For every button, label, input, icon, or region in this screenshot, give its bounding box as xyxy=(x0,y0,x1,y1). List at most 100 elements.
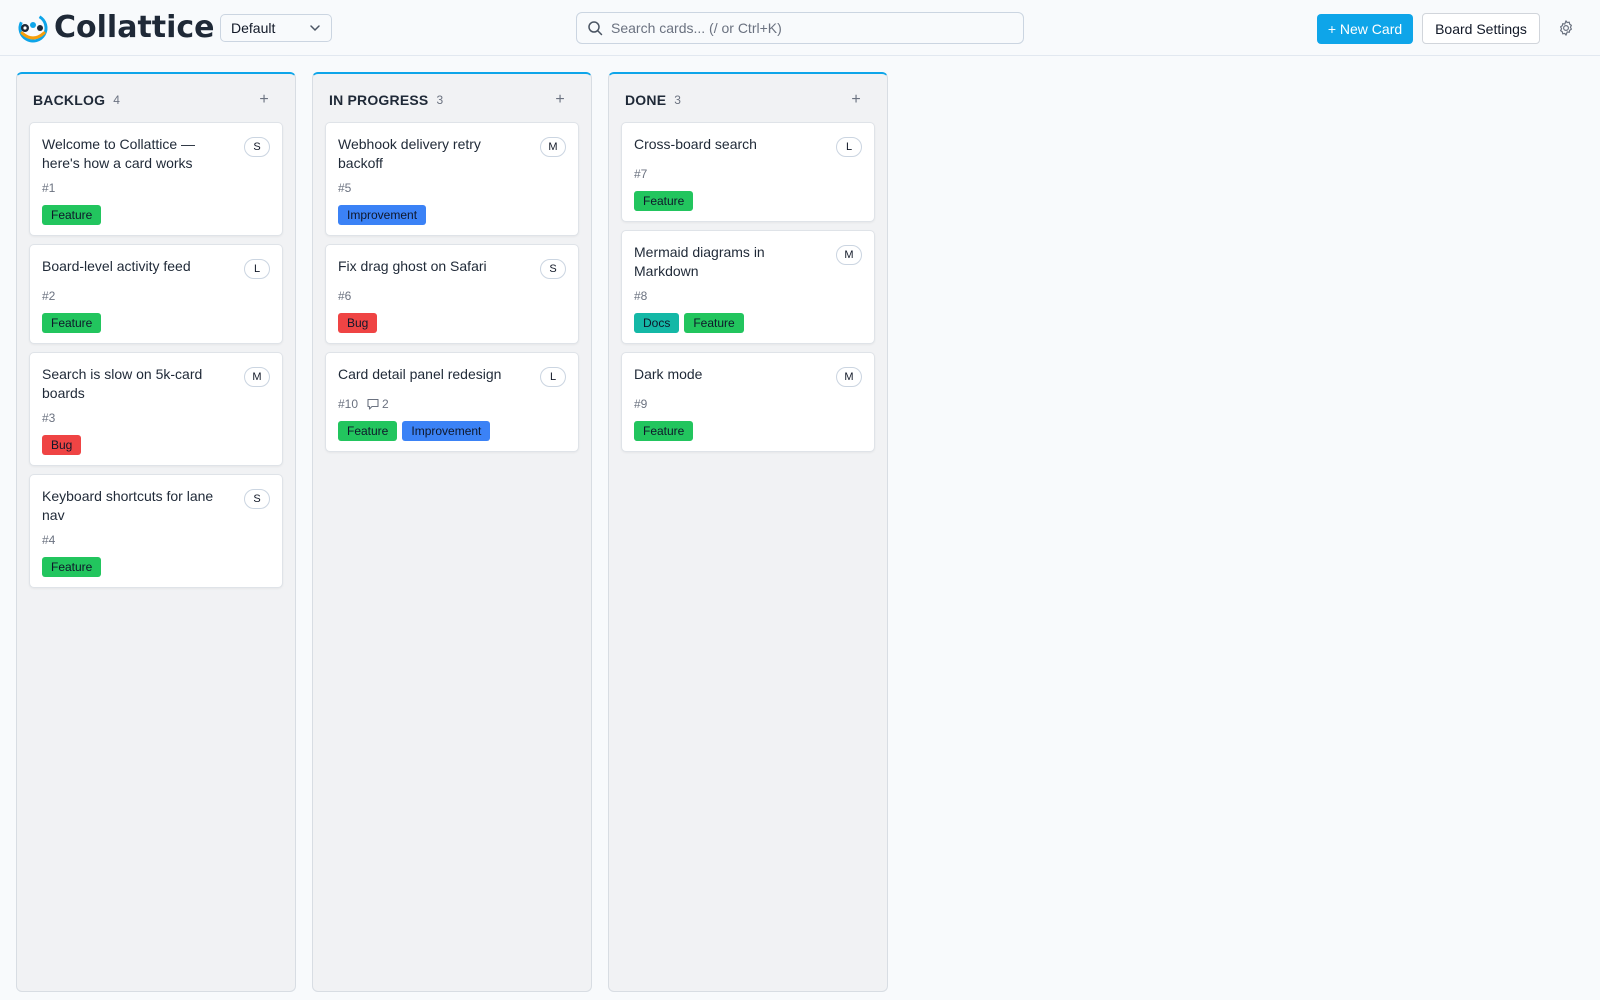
search-icon xyxy=(588,21,603,36)
size-badge: L xyxy=(244,259,270,279)
card-title: Dark mode xyxy=(634,366,703,382)
size-badge: L xyxy=(836,137,862,157)
card-meta: #5 xyxy=(338,181,351,195)
new-card-button[interactable]: + New Card xyxy=(1317,14,1413,44)
size-badge: L xyxy=(540,367,566,387)
card[interactable]: Dark mode M #9 Feature xyxy=(621,352,875,452)
size-badge: S xyxy=(244,137,270,157)
comment-count: 2 xyxy=(366,397,389,411)
card-id: #2 xyxy=(42,289,56,303)
lane-count: 3 xyxy=(674,93,681,107)
tag-feature: Feature xyxy=(42,313,102,333)
card-id: #9 xyxy=(634,397,648,411)
card-tags: Feature Improvement xyxy=(338,421,491,441)
lane-header: DONE 3 + xyxy=(625,90,871,110)
card-id: #1 xyxy=(42,181,56,195)
tag-improvement: Improvement xyxy=(338,205,427,225)
card-id: #4 xyxy=(42,533,56,547)
add-card-button[interactable]: + xyxy=(255,90,273,110)
card-title: Search is slow on 5k-card boards xyxy=(42,366,203,401)
card[interactable]: Fix drag ghost on Safari S #6 Bug xyxy=(325,244,579,344)
add-card-button[interactable]: + xyxy=(551,90,569,110)
size-badge: M xyxy=(540,137,566,157)
card[interactable]: Webhook delivery retry backoff M #5 Impr… xyxy=(325,122,579,236)
card-title: Fix drag ghost on Safari xyxy=(338,258,487,274)
card-meta: #2 xyxy=(42,289,55,303)
card-id: #5 xyxy=(338,181,352,195)
add-card-button[interactable]: + xyxy=(847,90,865,110)
lane-header: BACKLOG 4 + xyxy=(33,90,279,110)
card-id: #3 xyxy=(42,411,56,425)
card-meta: #1 xyxy=(42,181,55,195)
card-meta: #8 xyxy=(634,289,647,303)
tag-feature: Feature xyxy=(42,205,102,225)
logo-text: Collattice xyxy=(54,10,215,45)
card-title: Keyboard shortcuts for lane nav xyxy=(42,488,214,523)
lane-title: IN PROGRESS xyxy=(329,92,429,108)
card-meta: #4 xyxy=(42,533,55,547)
card[interactable]: Search is slow on 5k-card boards M #3 Bu… xyxy=(29,352,283,466)
size-badge: S xyxy=(540,259,566,279)
collattice-logo-icon xyxy=(18,13,48,43)
card-title: Board-level activity feed xyxy=(42,258,191,274)
tag-bug: Bug xyxy=(338,313,378,333)
tag-feature: Feature xyxy=(634,421,694,441)
card[interactable]: Keyboard shortcuts for lane nav S #4 Fea… xyxy=(29,474,283,588)
lane-backlog: BACKLOG 4 + Welcome to Collattice — here… xyxy=(16,72,296,992)
card-title: Card detail panel redesign xyxy=(338,366,502,382)
card-meta: #3 xyxy=(42,411,55,425)
card-tags: Feature xyxy=(634,191,694,211)
lane-count: 3 xyxy=(436,93,444,107)
card[interactable]: Cross-board search L #7 Feature xyxy=(621,122,875,222)
board-select-value: Default xyxy=(231,20,276,36)
card-tags: Improvement xyxy=(338,205,427,225)
tag-feature: Feature xyxy=(42,557,102,577)
board-settings-button[interactable]: Board Settings xyxy=(1422,13,1540,44)
card-title: Mermaid diagrams in Markdown xyxy=(634,244,765,279)
tag-feature: Feature xyxy=(684,313,744,333)
comment-icon xyxy=(367,398,379,410)
card[interactable]: Board-level activity feed L #2 Feature xyxy=(29,244,283,344)
gear-icon[interactable] xyxy=(1557,19,1575,37)
lane-title: BACKLOG xyxy=(33,92,106,108)
lane-title: DONE xyxy=(625,92,667,108)
card-meta: #10 2 xyxy=(338,397,389,411)
card-title: Webhook delivery retry backoff xyxy=(338,136,481,171)
card-meta: #9 xyxy=(634,397,647,411)
lane-done: DONE 3 + Cross-board search L #7 Feature… xyxy=(608,72,888,992)
search-input[interactable] xyxy=(611,20,1011,36)
card-tags: Feature xyxy=(42,313,102,333)
card-tags: Feature xyxy=(634,421,694,441)
search-box xyxy=(576,12,1024,44)
board-select[interactable]: Default xyxy=(220,14,332,42)
card[interactable]: Mermaid diagrams in Markdown M #8 Docs F… xyxy=(621,230,875,344)
tag-feature: Feature xyxy=(634,191,694,211)
card-id: #10 xyxy=(338,397,359,411)
size-badge: M xyxy=(244,367,270,387)
card-id: #7 xyxy=(634,167,648,181)
lane-header: IN PROGRESS 3 + xyxy=(329,90,575,110)
card-tags: Feature xyxy=(42,205,102,225)
size-badge: S xyxy=(244,489,270,509)
card-id: #6 xyxy=(338,289,352,303)
size-badge: M xyxy=(836,367,862,387)
card-title: Cross-board search xyxy=(634,136,757,152)
tag-feature: Feature xyxy=(338,421,398,441)
card[interactable]: Welcome to Collattice — here's how a car… xyxy=(29,122,283,236)
tag-docs: Docs xyxy=(634,313,680,333)
card[interactable]: Card detail panel redesign L #10 2 Featu… xyxy=(325,352,579,452)
top-bar: Collattice Default + New Card Board Sett… xyxy=(0,0,1600,56)
tag-bug: Bug xyxy=(42,435,82,455)
app-logo[interactable]: Collattice xyxy=(16,11,215,45)
lane-count: 4 xyxy=(113,93,120,107)
lane-in-progress: IN PROGRESS 3 + Webhook delivery retry b… xyxy=(312,72,592,992)
card-tags: Bug xyxy=(338,313,378,333)
card-tags: Feature xyxy=(42,557,102,577)
comment-count-value: 2 xyxy=(382,397,389,411)
card-id: #8 xyxy=(634,289,648,303)
size-badge: M xyxy=(836,245,862,265)
card-tags: Bug xyxy=(42,435,82,455)
card-title: Welcome to Collattice — here's how a car… xyxy=(42,136,196,171)
tag-improvement: Improvement xyxy=(402,421,491,441)
card-tags: Docs Feature xyxy=(634,313,744,333)
